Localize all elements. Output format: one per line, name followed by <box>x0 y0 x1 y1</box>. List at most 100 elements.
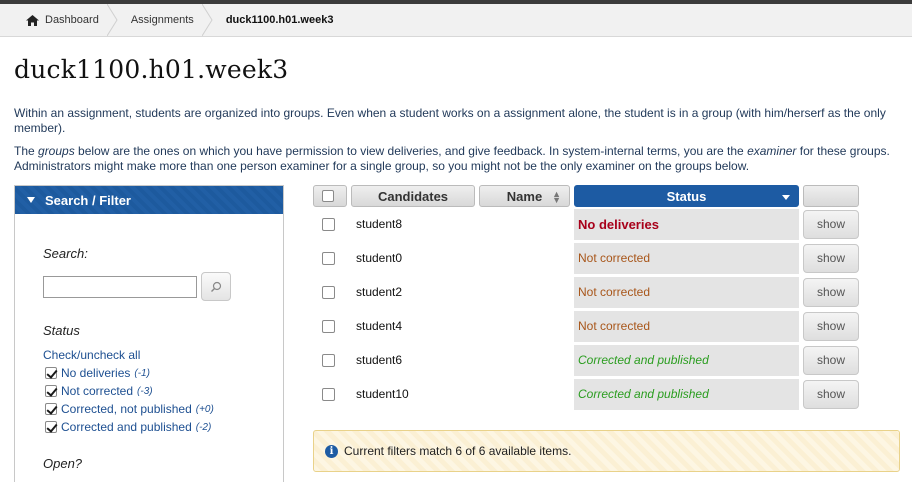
column-header-candidates[interactable]: Candidates <box>351 185 475 207</box>
search-filter-header[interactable]: Search / Filter <box>15 186 283 214</box>
breadcrumb-current-label: duck1100.h01.week3 <box>225 14 334 26</box>
show-button[interactable]: show <box>803 345 859 375</box>
table-body: student8 No deliveries show student0 Not… <box>313 207 873 411</box>
filter-label: Not corrected <box>61 384 134 398</box>
name-cell <box>479 345 570 376</box>
show-button[interactable]: show <box>803 209 859 239</box>
column-header-label: Name <box>506 188 543 204</box>
row-select-cell <box>313 379 347 410</box>
candidate-cell: student2 <box>351 276 475 308</box>
filter-checkbox[interactable] <box>45 403 57 415</box>
search-icon <box>211 281 222 292</box>
action-cell: show <box>803 379 859 410</box>
filter-corrected-not-published[interactable]: Corrected, not published (+0) <box>45 400 214 418</box>
show-button[interactable]: show <box>803 311 859 341</box>
collapse-triangle-icon <box>27 197 35 203</box>
candidate-cell: student6 <box>351 344 475 376</box>
show-button[interactable]: show <box>803 379 859 409</box>
filter-label: Corrected, not published <box>61 402 192 416</box>
status-text: Not corrected <box>578 319 651 333</box>
table-row: student2 Not corrected show <box>313 275 873 309</box>
row-select-cell <box>313 243 347 274</box>
table-row: student10 Corrected and published show <box>313 377 873 411</box>
status-filter-list: No deliveries (-1) Not corrected (-3) Co… <box>45 364 214 436</box>
filter-count: (+0) <box>195 403 214 415</box>
filter-count: (-2) <box>195 421 212 433</box>
row-select-cell <box>313 209 347 240</box>
column-header-label: Candidates <box>377 188 449 204</box>
status-cell: No deliveries <box>574 208 799 240</box>
column-header-label: Status <box>666 188 707 204</box>
intro-paragraph-1: Within an assignment, students are organ… <box>14 106 886 135</box>
row-checkbox[interactable] <box>321 251 335 265</box>
table-row: student8 No deliveries show <box>313 207 873 241</box>
action-cell: show <box>803 277 859 308</box>
column-header-actions <box>803 185 859 207</box>
table-row: student0 Not corrected show <box>313 241 873 275</box>
select-all-checkbox[interactable] <box>322 190 334 202</box>
show-button[interactable]: show <box>803 243 859 273</box>
breadcrumb: Dashboard Assignments duck1100.h01.week3 <box>0 0 912 37</box>
action-cell: show <box>803 243 859 274</box>
name-cell <box>479 209 570 240</box>
status-cell: Not corrected <box>574 242 799 274</box>
search-filter-panel: Search / Filter Search: Status Check/unc… <box>14 185 284 482</box>
filter-label: Corrected and published <box>61 420 192 434</box>
breadcrumb-assignments-label: Assignments <box>130 14 194 26</box>
name-cell <box>479 243 570 274</box>
search-filter-title: Search / Filter <box>45 192 131 208</box>
filter-checkbox[interactable] <box>45 367 57 379</box>
search-input[interactable] <box>43 276 197 298</box>
filter-label: No deliveries <box>61 366 131 380</box>
filter-count: (-3) <box>137 385 153 397</box>
column-header-name[interactable]: Name ▲ ▼ <box>479 185 570 207</box>
check-uncheck-all-link[interactable]: Check/uncheck all <box>43 348 140 362</box>
action-cell: show <box>803 209 859 240</box>
filter-checkbox[interactable] <box>45 421 57 433</box>
filter-info-box: i Current filters match 6 of 6 available… <box>313 430 900 472</box>
action-cell: show <box>803 311 859 342</box>
status-cell: Corrected and published <box>574 344 799 376</box>
breadcrumb-dashboard-label: Dashboard <box>45 14 99 26</box>
column-header-status[interactable]: Status <box>574 185 799 207</box>
action-cell: show <box>803 345 859 376</box>
breadcrumb-assignments[interactable]: Assignments <box>113 4 213 36</box>
name-cell <box>479 277 570 308</box>
select-all-header[interactable] <box>313 185 347 207</box>
groups-table: Candidates Name ▲ ▼ Status student8 No de… <box>313 185 873 411</box>
status-label: Status <box>43 323 80 338</box>
breadcrumb-dashboard[interactable]: Dashboard <box>0 4 118 36</box>
status-text: No deliveries <box>578 216 659 232</box>
filter-info-text: Current filters match 6 of 6 available i… <box>344 444 572 458</box>
candidate-cell: student10 <box>351 378 475 410</box>
row-checkbox[interactable] <box>321 353 335 367</box>
sort-descending-icon <box>782 195 790 200</box>
candidate-cell: student0 <box>351 242 475 274</box>
filter-checkbox[interactable] <box>45 385 57 397</box>
row-checkbox[interactable] <box>321 285 335 299</box>
row-checkbox[interactable] <box>321 217 335 231</box>
info-icon: i <box>325 444 338 458</box>
search-button[interactable] <box>201 272 231 301</box>
filter-not-corrected[interactable]: Not corrected (-3) <box>45 382 214 400</box>
status-cell: Not corrected <box>574 310 799 342</box>
row-checkbox[interactable] <box>321 319 335 333</box>
home-icon <box>26 14 39 26</box>
status-text: Not corrected <box>578 251 651 265</box>
filter-no-deliveries[interactable]: No deliveries (-1) <box>45 364 214 382</box>
candidate-cell: student8 <box>351 208 475 240</box>
sort-icon: ▲ ▼ <box>552 189 561 205</box>
status-cell: Not corrected <box>574 276 799 308</box>
intro-examiner-term: examiner <box>747 144 797 158</box>
candidate-cell: student4 <box>351 310 475 342</box>
filter-count: (-1) <box>134 367 150 379</box>
breadcrumb-current: duck1100.h01.week3 <box>208 4 348 36</box>
row-select-cell <box>313 277 347 308</box>
filter-corrected-and-published[interactable]: Corrected and published (-2) <box>45 418 214 436</box>
show-button[interactable]: show <box>803 277 859 307</box>
status-cell: Corrected and published <box>574 378 799 410</box>
page-title: duck1100.h01.week3 <box>14 55 289 84</box>
name-cell <box>479 379 570 410</box>
status-text: Not corrected <box>578 285 651 299</box>
row-checkbox[interactable] <box>321 387 335 401</box>
